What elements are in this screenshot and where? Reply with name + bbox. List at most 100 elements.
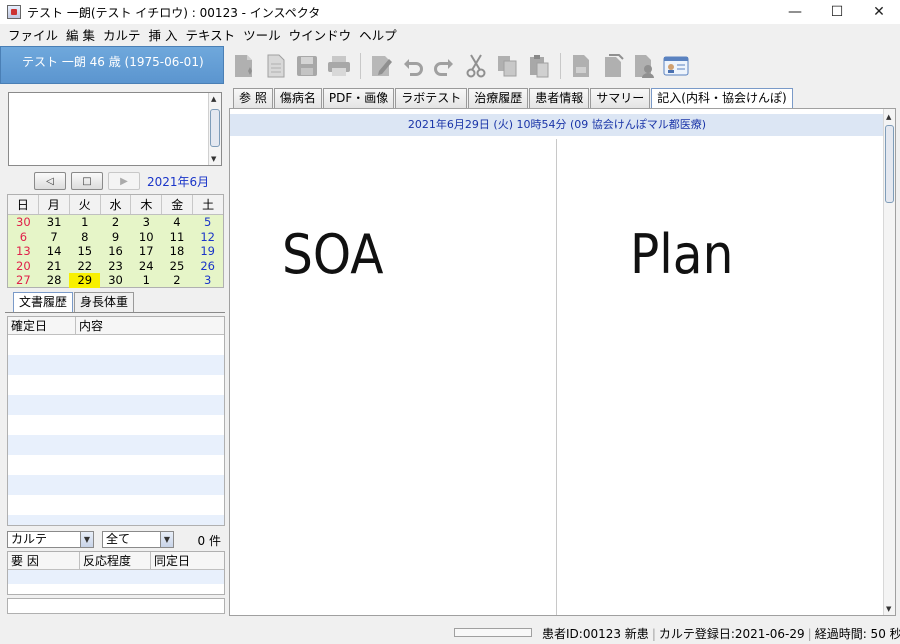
paste-icon[interactable] (525, 52, 553, 80)
save-icon[interactable] (293, 52, 321, 80)
scroll-down-icon[interactable]: ▼ (886, 605, 891, 613)
calendar-day[interactable]: 27 (8, 273, 39, 288)
minimize-button[interactable]: — (774, 0, 816, 24)
column-identified-date[interactable]: 同定日 (151, 552, 224, 569)
print-icon[interactable] (325, 52, 353, 80)
attach-document-icon[interactable] (599, 52, 627, 80)
scroll-up-icon[interactable]: ▲ (886, 113, 891, 121)
calendar-day[interactable]: 8 (69, 230, 100, 245)
doctor-document-icon[interactable] (630, 52, 658, 80)
chevron-down-icon[interactable]: ▼ (80, 532, 93, 547)
tab-entry[interactable]: 記入(内科・協会けんぽ) (651, 88, 793, 108)
tab-document-history[interactable]: 文書履歴 (13, 292, 74, 312)
cut-icon[interactable] (462, 52, 490, 80)
calendar-day[interactable]: 17 (131, 244, 162, 259)
calendar-day[interactable]: 30 (8, 215, 39, 230)
current-month-button[interactable]: □ (71, 172, 103, 190)
menu-edit[interactable]: 編 集 (62, 25, 99, 44)
tab-height-weight[interactable]: 身長体重 (74, 292, 135, 312)
column-factor[interactable]: 要 因 (8, 552, 80, 569)
menu-karte[interactable]: カルテ (99, 25, 145, 44)
calendar-day[interactable]: 29 (69, 273, 101, 288)
table-row[interactable] (8, 435, 224, 455)
menu-help[interactable]: ヘルプ (355, 25, 401, 44)
memo-textarea[interactable]: ▲ ▼ (8, 92, 222, 166)
calendar-day[interactable]: 24 (131, 259, 162, 274)
table-row[interactable] (8, 515, 224, 525)
calendar-day[interactable]: 1 (131, 273, 162, 288)
tab-diagnosis[interactable]: 傷病名 (273, 88, 322, 108)
menu-text[interactable]: テキスト (182, 25, 240, 44)
calendar-day[interactable]: 16 (100, 244, 131, 259)
tab-lab-test[interactable]: ラボテスト (395, 88, 468, 108)
memo-scrollbar[interactable]: ▲ ▼ (208, 93, 221, 165)
calendar-day[interactable]: 20 (8, 259, 39, 274)
calendar-day[interactable]: 11 (162, 230, 193, 245)
scroll-down-icon[interactable]: ▼ (211, 155, 216, 163)
soa-pane[interactable]: SOA (230, 139, 557, 615)
column-content[interactable]: 内容 (76, 317, 224, 334)
tab-pdf-image[interactable]: PDF・画像 (322, 88, 395, 108)
editor-scrollbar[interactable]: ▲ ▼ (883, 109, 895, 615)
table-row[interactable] (8, 355, 224, 375)
new-document-icon[interactable] (262, 52, 290, 80)
bottom-field[interactable] (7, 598, 225, 614)
calendar-day[interactable]: 14 (39, 244, 70, 259)
calendar-day[interactable]: 30 (100, 273, 131, 288)
calendar-day[interactable]: 4 (162, 215, 193, 230)
redo-icon[interactable] (430, 52, 458, 80)
table-row[interactable] (8, 395, 224, 415)
calendar-day[interactable]: 18 (162, 244, 193, 259)
calendar-day[interactable]: 28 (39, 273, 70, 288)
tab-patient-info[interactable]: 患者情報 (529, 88, 590, 108)
table-row[interactable] (8, 455, 224, 475)
menu-file[interactable]: ファイル (4, 25, 62, 44)
close-button[interactable]: ✕ (858, 0, 900, 24)
scroll-thumb[interactable] (210, 109, 220, 147)
prev-month-button[interactable]: ◁ (34, 172, 66, 190)
calendar-day[interactable]: 26 (192, 259, 223, 274)
table-row[interactable] (8, 375, 224, 395)
undo-icon[interactable] (399, 52, 427, 80)
copy-icon[interactable] (493, 52, 521, 80)
calendar-day[interactable]: 2 (100, 215, 131, 230)
range-select[interactable]: 全て ▼ (102, 531, 174, 548)
table-row[interactable] (8, 475, 224, 495)
calendar-day[interactable]: 22 (69, 259, 100, 274)
calendar-day[interactable]: 7 (39, 230, 70, 245)
patient-card-icon[interactable] (662, 52, 690, 80)
calendar-day[interactable]: 6 (8, 230, 39, 245)
table-row[interactable] (8, 415, 224, 435)
calendar-day[interactable]: 10 (131, 230, 162, 245)
edit-icon[interactable] (367, 52, 395, 80)
table-row[interactable] (8, 495, 224, 515)
calendar-day[interactable]: 13 (8, 244, 39, 259)
calendar-day[interactable]: 23 (100, 259, 131, 274)
calendar-day[interactable]: 2 (162, 273, 193, 288)
next-month-button[interactable]: ▶ (108, 172, 140, 190)
calendar-day[interactable]: 31 (39, 215, 70, 230)
scroll-thumb[interactable] (885, 125, 894, 203)
menu-insert[interactable]: 挿 入 (145, 25, 182, 44)
scroll-up-icon[interactable]: ▲ (211, 95, 216, 103)
document-kind-select[interactable]: カルテ ▼ (7, 531, 94, 548)
calendar-day[interactable]: 25 (162, 259, 193, 274)
column-confirm-date[interactable]: 確定日 (8, 317, 76, 334)
calendar-day[interactable]: 1 (69, 215, 100, 230)
menu-window[interactable]: ウインドウ (285, 25, 356, 44)
tab-treatment-history[interactable]: 治療履歴 (468, 88, 529, 108)
chevron-down-icon[interactable]: ▼ (160, 532, 173, 547)
column-severity[interactable]: 反応程度 (80, 552, 151, 569)
plan-pane[interactable]: Plan (558, 139, 884, 615)
calendar-day[interactable]: 19 (192, 244, 223, 259)
tab-reference[interactable]: 参 照 (233, 88, 273, 108)
calendar-day[interactable]: 5 (192, 215, 223, 230)
document-icon[interactable] (567, 52, 595, 80)
calendar-day[interactable]: 3 (131, 215, 162, 230)
calendar-day[interactable]: 12 (192, 230, 223, 245)
menu-tools[interactable]: ツール (239, 25, 285, 44)
calendar-day[interactable]: 15 (69, 244, 100, 259)
calendar-day[interactable]: 21 (39, 259, 70, 274)
calendar-day[interactable]: 3 (192, 273, 223, 288)
tab-summary[interactable]: サマリー (590, 88, 651, 108)
